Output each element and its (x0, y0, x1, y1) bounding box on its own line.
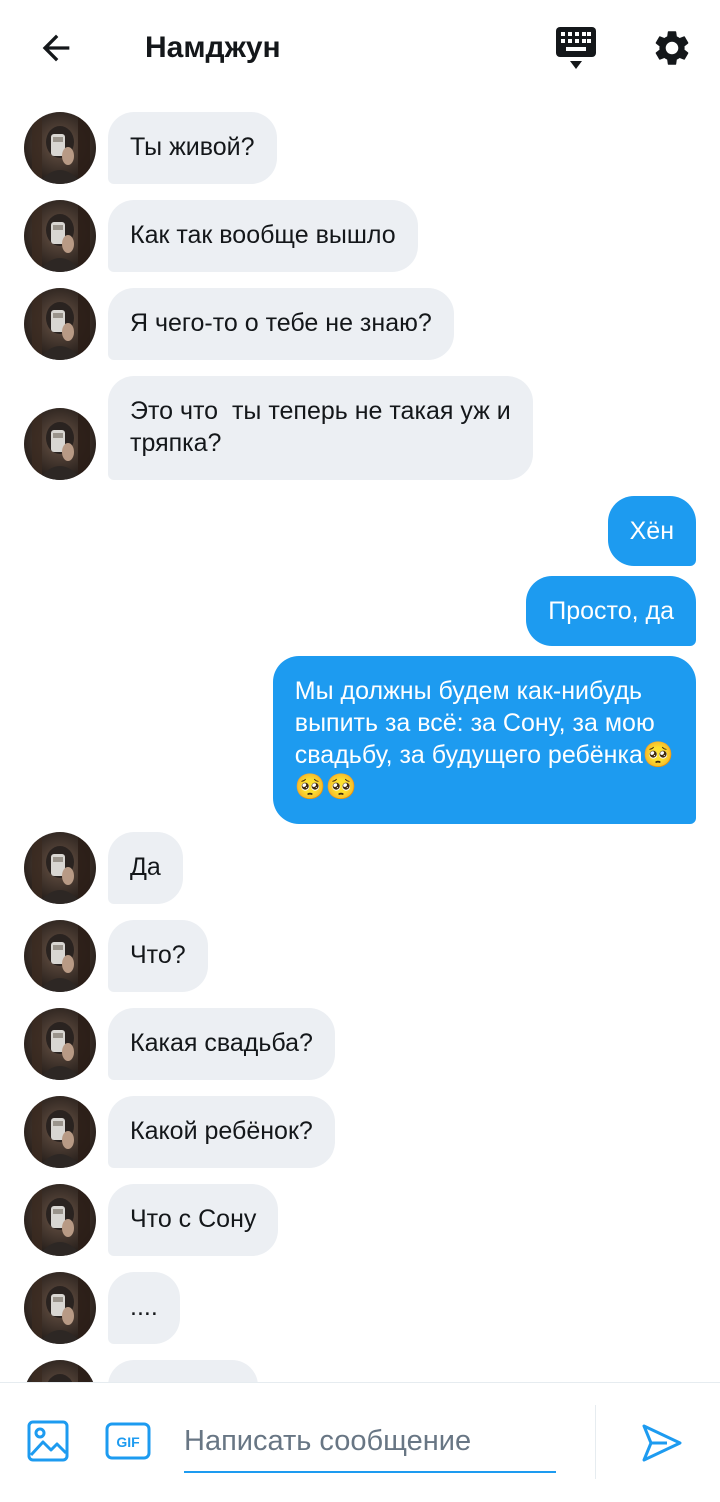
send-icon (642, 1424, 682, 1462)
message-row: .... (0, 1272, 720, 1344)
incoming-message-bubble[interactable]: Да (108, 832, 183, 904)
avatar[interactable] (24, 1184, 96, 1256)
message-list[interactable]: Ты живой? Как так вообще вышло Я чего-то о… (0, 96, 720, 1382)
incoming-message-bubble[interactable]: Как так вообще вышло (108, 200, 418, 272)
avatar[interactable] (24, 1008, 96, 1080)
arrow-left-icon (42, 34, 70, 62)
incoming-message-bubble[interactable]: Что с Сону (108, 1184, 279, 1256)
message-row: Ты живой? (0, 112, 720, 184)
message-row: Хён (0, 496, 720, 566)
incoming-message-bubble[interactable]: Какая свадьба? (108, 1008, 335, 1080)
incoming-message-bubble[interactable]: Это что ты теперь не такая уж и тряпка? (108, 376, 533, 480)
incoming-message-bubble[interactable]: .... (108, 1272, 180, 1344)
attach-image-button[interactable] (24, 1417, 72, 1465)
message-input-wrapper (184, 1413, 556, 1473)
incoming-message-bubble[interactable]: Ты живой? (108, 112, 277, 184)
settings-button[interactable] (644, 22, 700, 74)
avatar[interactable] (24, 1360, 96, 1382)
composer-bar: GIF (0, 1382, 720, 1502)
incoming-message-bubble[interactable]: Я чего-то о тебе не знаю? (108, 288, 454, 360)
incoming-message-bubble[interactable]: Что? (108, 920, 208, 992)
message-row: Да (0, 832, 720, 904)
avatar[interactable] (24, 408, 96, 480)
message-row: Это что ты теперь не такая уж и тряпка? (0, 376, 720, 480)
outgoing-message-bubble[interactable]: Просто, да (526, 576, 696, 646)
message-row: Что с Сону (0, 1184, 720, 1256)
message-row: Я чего-то о тебе не знаю? (0, 288, 720, 360)
avatar[interactable] (24, 832, 96, 904)
message-row: Что? (0, 920, 720, 992)
conversation-title: Намджун (145, 31, 281, 64)
message-input[interactable] (184, 1413, 556, 1469)
message-row: Просто, да (0, 576, 720, 646)
message-row: Какая свадьба? (0, 1008, 720, 1080)
outgoing-message-bubble[interactable]: Мы должны будем как-нибудь выпить за всё… (272, 656, 696, 824)
avatar[interactable] (24, 920, 96, 992)
avatar[interactable] (24, 288, 96, 360)
avatar[interactable] (24, 200, 96, 272)
gear-icon (655, 31, 689, 65)
avatar[interactable] (24, 1096, 96, 1168)
gif-label: GIF (116, 1434, 140, 1450)
message-row: Мы должны будем как-нибудь выпить за всё… (0, 656, 720, 824)
keyboard-toggle-button[interactable] (548, 22, 604, 74)
chat-header: Намджун (0, 0, 720, 96)
outgoing-message-bubble[interactable]: Хён (607, 496, 696, 566)
incoming-message-bubble[interactable]: Какой ребёнок? (108, 1096, 335, 1168)
image-icon (27, 1420, 69, 1462)
message-row: Как так вообще вышло (0, 200, 720, 272)
composer-divider (595, 1405, 596, 1479)
back-button[interactable] (30, 22, 82, 74)
message-row (0, 1360, 720, 1382)
gif-icon: GIF (105, 1422, 151, 1460)
incoming-message-bubble[interactable] (108, 1360, 258, 1382)
keyboard-icon (556, 27, 596, 69)
avatar[interactable] (24, 112, 96, 184)
send-button[interactable] (636, 1417, 688, 1469)
attach-gif-button[interactable]: GIF (104, 1421, 152, 1461)
message-row: Какой ребёнок? (0, 1096, 720, 1168)
avatar[interactable] (24, 1272, 96, 1344)
